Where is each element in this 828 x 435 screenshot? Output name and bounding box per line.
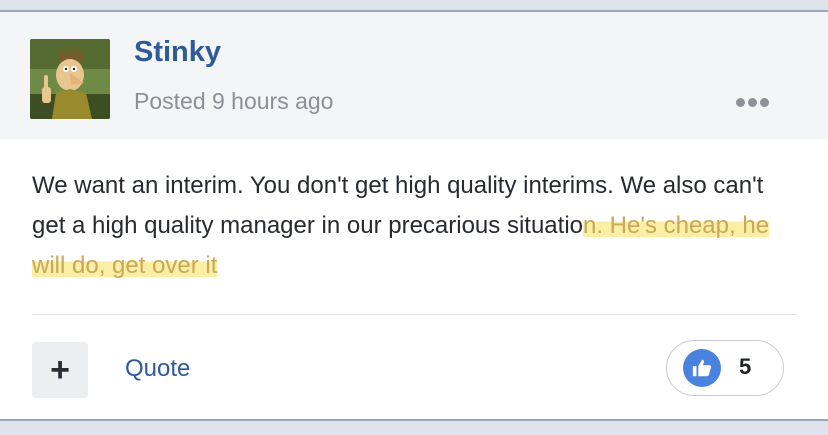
reaction-count: 5 (739, 354, 752, 379)
thumbs-up-icon (683, 349, 721, 387)
post-header: Stinky Posted 9 hours ago (0, 12, 828, 139)
menu-dot (760, 97, 769, 107)
menu-dot (748, 97, 757, 107)
forum-post-card: Stinky Posted 9 hours ago We want an int… (0, 10, 828, 421)
post-body: We want an interim. You don't get high q… (32, 166, 802, 286)
author-name[interactable]: Stinky (134, 36, 221, 69)
avatar[interactable] (30, 39, 110, 119)
plus-icon: + (50, 351, 70, 389)
post-timestamp: Posted 9 hours ago (134, 88, 334, 114)
divider (32, 314, 796, 315)
menu-dot (736, 97, 745, 107)
quote-button[interactable]: Quote (125, 355, 190, 383)
ellipsis-icon[interactable] (736, 94, 774, 110)
add-reaction-button[interactable]: + (32, 342, 88, 398)
like-reaction-button[interactable]: 5 (666, 340, 784, 396)
